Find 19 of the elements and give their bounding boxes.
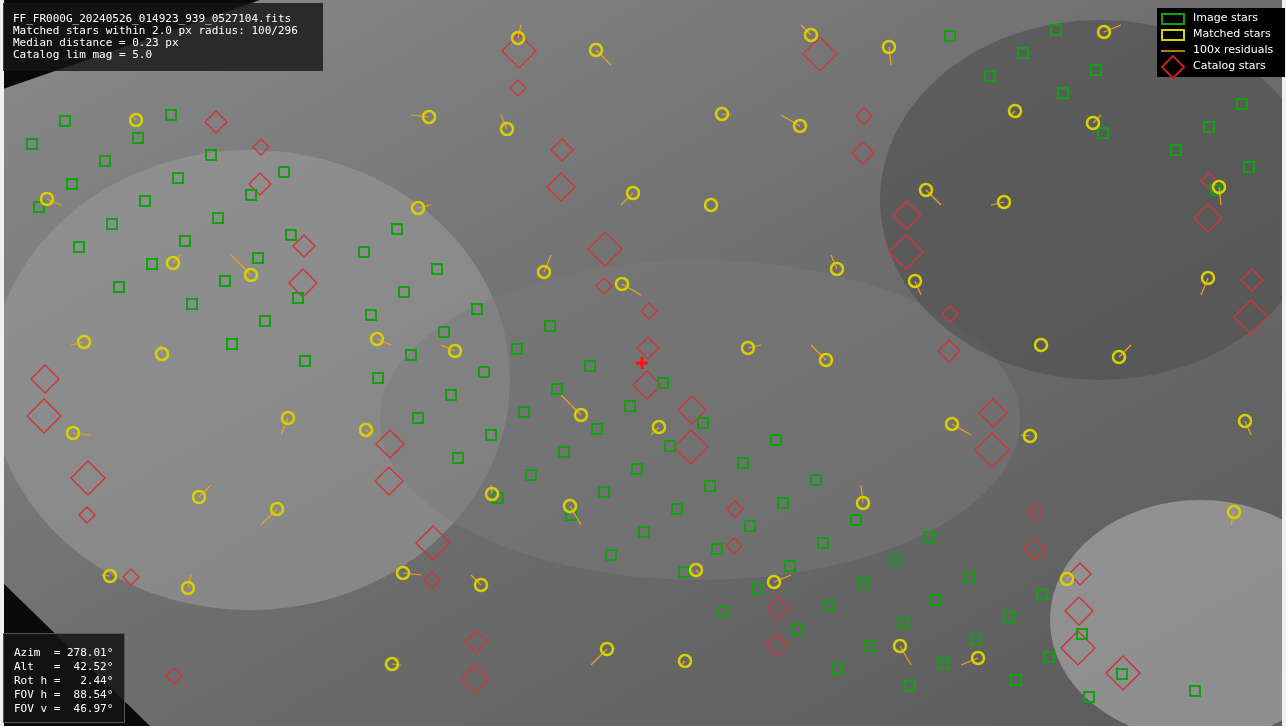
pointing-text: Rot h = 2.44°	[14, 674, 114, 688]
diamond-icon	[1161, 54, 1185, 79]
pointing-text: Alt = 42.52°	[14, 660, 114, 674]
pointing-text: FOV h = 88.54°	[14, 688, 114, 702]
star-markers-drawing	[164, 666, 184, 686]
line-icon	[1161, 48, 1185, 53]
info-text: Catalog lim mag = 5.0	[13, 49, 154, 61]
cross-marker-icon	[634, 355, 650, 371]
legend-label: Catalog stars	[1193, 58, 1266, 75]
info-text: Matched stars within 2.0 px radius: 100/296	[13, 25, 299, 37]
legend-label: 100x residuals	[1193, 42, 1274, 59]
pointing-text: FOV v = 46.97°	[14, 702, 114, 716]
pointing-text: Azim = 278.01°	[14, 646, 114, 660]
rectangle-icon	[1161, 12, 1185, 25]
legend-label: Matched stars	[1193, 26, 1271, 43]
info-text: FF_FR000G_20240526_014923_939_0527104.fits	[13, 13, 293, 25]
info-text: Median distance = 0.23 px	[13, 37, 180, 49]
rectangle-icon	[1161, 28, 1185, 41]
legend-label: Image stars	[1193, 10, 1258, 27]
